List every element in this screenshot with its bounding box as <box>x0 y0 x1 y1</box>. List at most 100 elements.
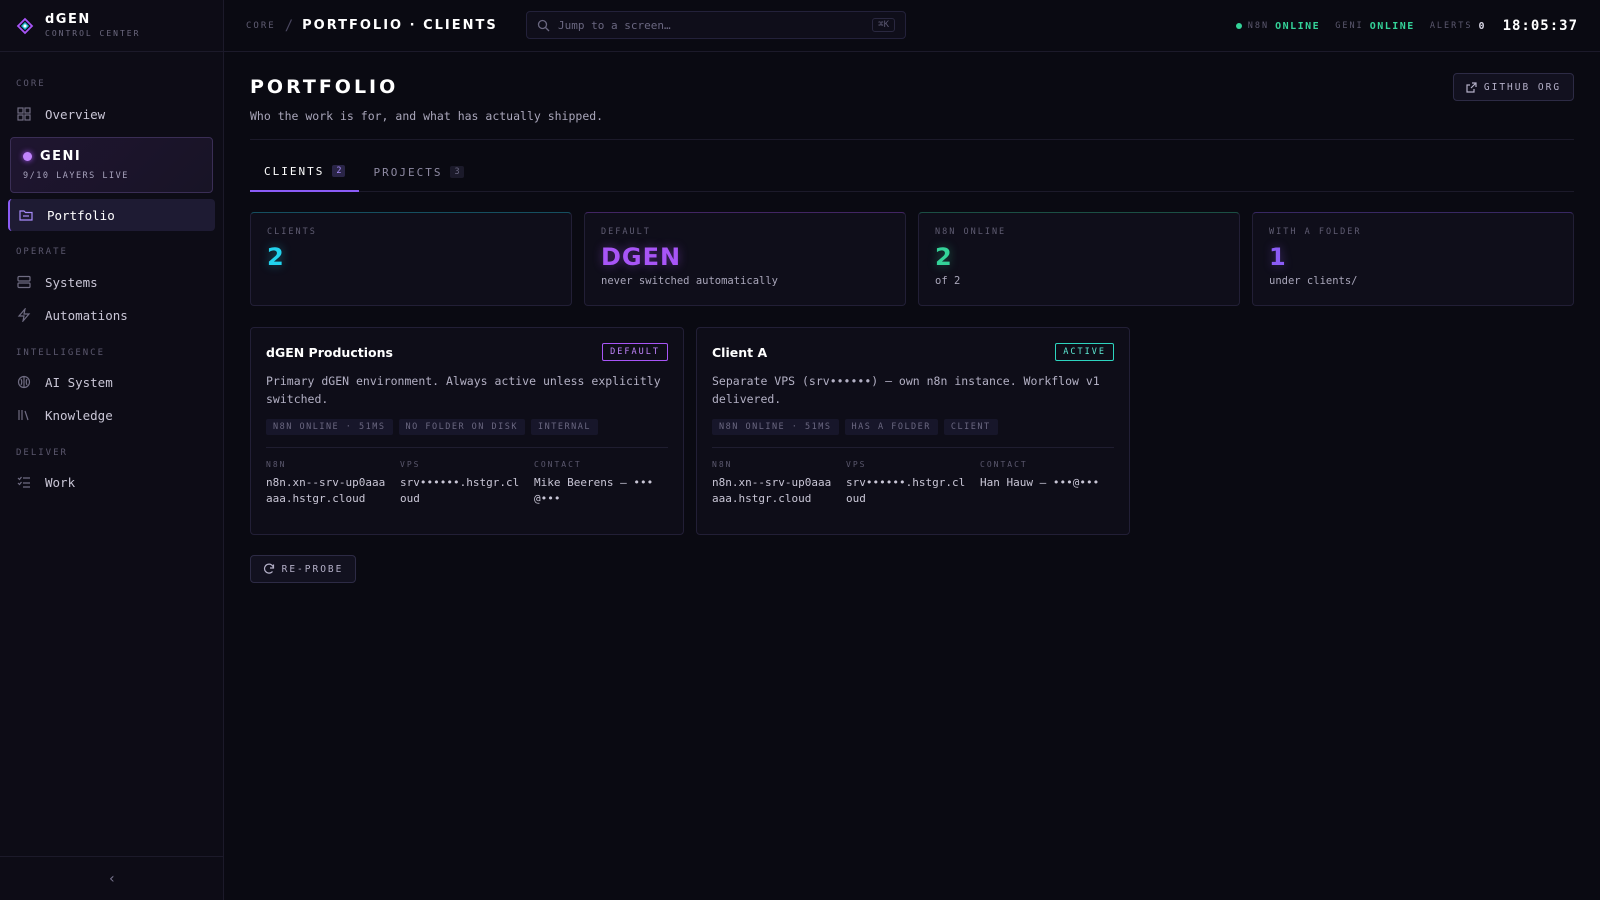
field-value: n8n.xn--srv-up0aaaaaa.hstgr.cloud <box>712 476 832 505</box>
stat-value: 2 <box>267 243 285 271</box>
tab-projects[interactable]: PROJECTS 3 <box>359 152 477 192</box>
re-probe-button[interactable]: RE-PROBE <box>250 555 356 583</box>
server-icon <box>17 275 31 289</box>
nav-section-deliver: DELIVER <box>16 448 68 458</box>
status-area: N8N ONLINE GENI ONLINE ALERTS 0 18:05:37 <box>1235 0 1578 52</box>
portfolio-tabs: CLIENTS 2 PROJECTS 3 <box>250 152 1574 192</box>
brain-icon <box>17 375 31 389</box>
status-badge: DEFAULT <box>602 343 668 361</box>
stat-label: DEFAULT <box>601 227 651 237</box>
card-divider <box>266 447 668 448</box>
stat-label: WITH A FOLDER <box>1269 227 1362 237</box>
re-probe-label: RE-PROBE <box>281 563 344 575</box>
search-input[interactable]: Jump to a screen… ⌘K <box>526 11 906 39</box>
field-value: n8n.xn--srv-up0aaaaaa.hstgr.cloud <box>266 476 386 505</box>
tab-label: PROJECTS <box>373 165 443 179</box>
sidebar-item-label: Knowledge <box>45 407 113 423</box>
chevron-left-icon: ‹ <box>107 870 117 887</box>
sidebar-item-portfolio[interactable]: Portfolio <box>8 199 215 231</box>
logo-icon <box>16 17 34 35</box>
geni-layers-status: 9/10 LAYERS LIVE <box>23 171 129 181</box>
client-description: Primary dGEN environment. Always active … <box>266 374 661 406</box>
tab-count: 2 <box>332 165 346 177</box>
field-vps: VPS srv••••••.hstgr.cloud <box>400 460 534 507</box>
client-name: dGEN Productions <box>266 344 393 360</box>
sidebar-item-label: Automations <box>45 307 128 323</box>
sidebar-item-overview[interactable]: Overview <box>8 98 215 130</box>
card-divider <box>712 447 1114 448</box>
tag: NO FOLDER ON DISK <box>398 419 525 435</box>
tag: HAS A FOLDER <box>844 419 938 435</box>
stat-card-n8n-online: N8N ONLINE 2 of 2 <box>918 212 1240 306</box>
github-org-button[interactable]: GITHUB ORG <box>1453 73 1574 101</box>
stat-footnote: of 2 <box>935 275 961 287</box>
sidebar-item-label: Work <box>45 474 76 490</box>
client-card-client-a[interactable]: Client A ACTIVE Separate VPS (srv••••••)… <box>696 327 1130 535</box>
field-label: N8N <box>266 460 287 469</box>
client-card-dgen[interactable]: dGEN Productions DEFAULT Primary dGEN en… <box>250 327 684 535</box>
brand-name: dGEN <box>45 12 91 27</box>
tag: CLIENT <box>943 419 998 435</box>
library-icon <box>17 408 31 422</box>
tab-count: 3 <box>450 166 464 178</box>
stat-card-default: DEFAULT DGEN never switched automaticall… <box>584 212 906 306</box>
sidebar-item-work[interactable]: Work <box>8 466 215 498</box>
field-label: N8N <box>712 460 733 469</box>
field-n8n: N8N n8n.xn--srv-up0aaaaaa.hstgr.cloud <box>266 460 400 507</box>
n8n-status: ONLINE <box>1275 20 1321 32</box>
field-value: srv••••••.hstgr.cloud <box>846 476 966 505</box>
sidebar-item-systems[interactable]: Systems <box>8 266 215 298</box>
stat-footnote: never switched automatically <box>601 275 779 287</box>
tag: INTERNAL <box>531 419 598 435</box>
tag: N8N ONLINE · 51MS <box>266 419 393 435</box>
client-name: Client A <box>712 344 768 360</box>
sidebar-item-label: AI System <box>45 374 113 390</box>
header-divider <box>250 139 1574 140</box>
field-n8n: N8N n8n.xn--srv-up0aaaaaa.hstgr.cloud <box>712 460 846 507</box>
field-label: VPS <box>400 460 421 469</box>
stat-value: DGEN <box>601 243 682 271</box>
brand-subtitle: CONTROL CENTER <box>45 29 141 38</box>
sidebar: dGEN CONTROL CENTER CORE Overview GENI 9… <box>0 0 224 900</box>
brand[interactable]: dGEN CONTROL CENTER <box>0 0 223 52</box>
sidebar-item-automations[interactable]: Automations <box>8 299 215 331</box>
nav-section-operate: OPERATE <box>16 247 68 257</box>
stat-value: 1 <box>1269 243 1287 271</box>
field-contact: CONTACT Mike Beerens — •••@••• <box>534 460 668 507</box>
sidebar-item-label: Overview <box>45 106 106 122</box>
geni-status-card[interactable]: GENI 9/10 LAYERS LIVE <box>10 137 213 193</box>
tab-clients[interactable]: CLIENTS 2 <box>250 152 360 192</box>
geni-label: GENI <box>1335 21 1364 31</box>
field-value: Mike Beerens — •••@••• <box>534 476 654 505</box>
status-badge: ACTIVE <box>1055 343 1114 361</box>
alerts-count[interactable]: 0 <box>1479 21 1485 32</box>
sidebar-item-label: Systems <box>45 274 98 290</box>
breadcrumb-root[interactable]: CORE <box>246 21 276 31</box>
collapse-sidebar-button[interactable]: ‹ <box>0 856 224 900</box>
grid-icon <box>17 107 31 121</box>
nav-section-intelligence: INTELLIGENCE <box>16 348 106 358</box>
tab-label: CLIENTS <box>264 164 325 178</box>
field-label: CONTACT <box>980 460 1028 469</box>
field-label: VPS <box>846 460 867 469</box>
client-description: Separate VPS (srv••••••) — own n8n insta… <box>712 374 1100 406</box>
search-shortcut: ⌘K <box>872 18 895 32</box>
clock: 18:05:37 <box>1502 18 1578 34</box>
field-vps: VPS srv••••••.hstgr.cloud <box>846 460 980 507</box>
sidebar-item-ai-system[interactable]: AI System <box>8 366 215 398</box>
stat-label: CLIENTS <box>267 227 317 237</box>
field-value: Han Hauw — •••@••• <box>980 476 1100 489</box>
github-org-label: GITHUB ORG <box>1483 81 1562 93</box>
n8n-status-dot <box>1235 23 1242 29</box>
client-tags: N8N ONLINE · 51MS HAS A FOLDER CLIENT <box>712 419 1114 435</box>
stat-card-with-folder: WITH A FOLDER 1 under clients/ <box>1252 212 1574 306</box>
client-tags: N8N ONLINE · 51MS NO FOLDER ON DISK INTE… <box>266 419 668 435</box>
page-title: PORTFOLIO <box>250 76 399 98</box>
search-icon <box>537 19 550 32</box>
breadcrumb-separator: / <box>284 17 294 34</box>
stat-footnote: under clients/ <box>1269 275 1358 287</box>
sidebar-item-knowledge[interactable]: Knowledge <box>8 399 215 431</box>
alerts-label: ALERTS <box>1429 21 1473 31</box>
status-dot <box>23 152 32 161</box>
field-contact: CONTACT Han Hauw — •••@••• <box>980 460 1114 507</box>
